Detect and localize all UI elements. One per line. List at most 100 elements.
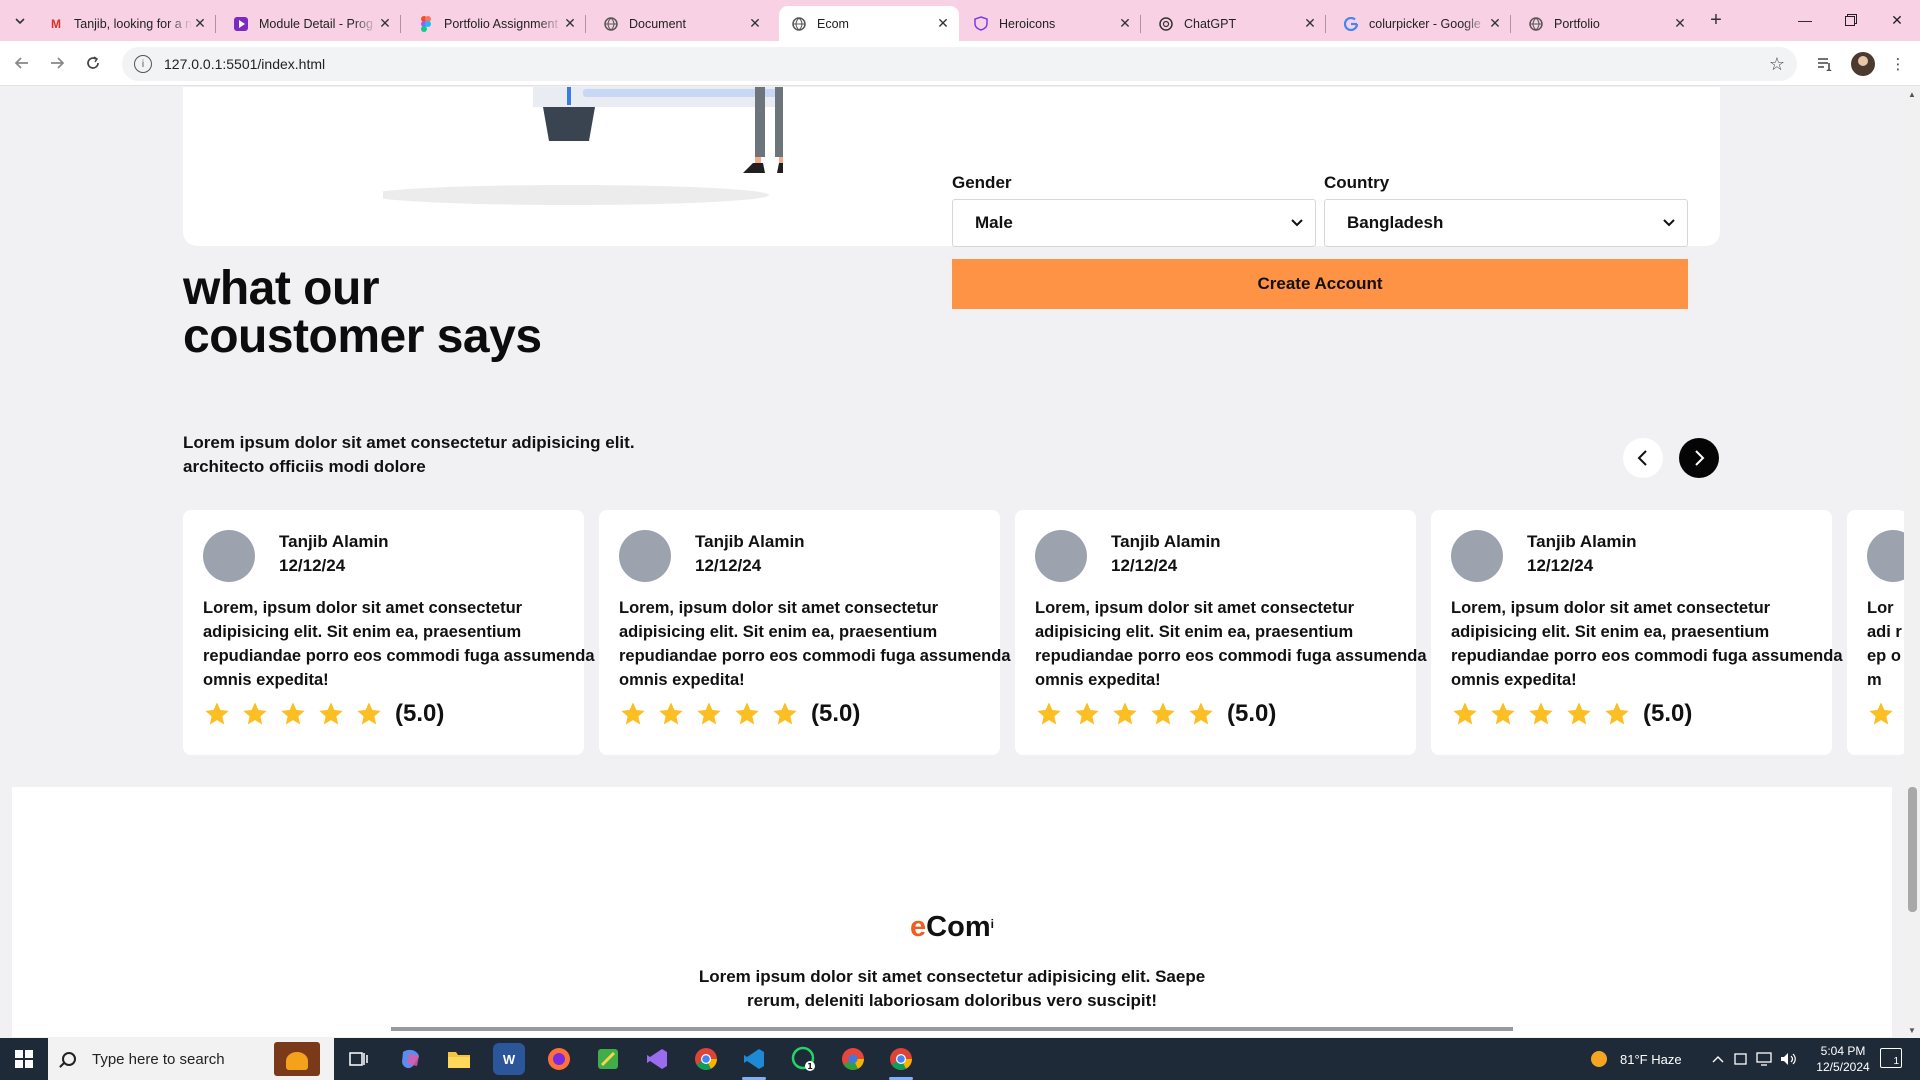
gender-select[interactable]: Male bbox=[952, 199, 1316, 247]
tab-search-button[interactable] bbox=[8, 9, 32, 33]
dev-tool-icon[interactable] bbox=[592, 1043, 624, 1075]
visual-studio-icon[interactable] bbox=[641, 1043, 673, 1075]
notification-center-icon[interactable]: 1 bbox=[1880, 1048, 1902, 1068]
testimonial-card: Tanjib Alamin 12/12/24 Lorem, ipsum dolor … bbox=[183, 510, 595, 755]
close-icon[interactable]: ✕ bbox=[562, 15, 578, 32]
rating-value: (5.0) bbox=[1227, 700, 1277, 727]
search-icon bbox=[62, 1052, 76, 1066]
reload-icon bbox=[87, 56, 99, 69]
close-icon[interactable]: ✕ bbox=[747, 15, 763, 32]
chrome-active-icon[interactable] bbox=[885, 1043, 917, 1080]
chevron-left-icon bbox=[1637, 450, 1647, 466]
scroll-down-icon[interactable]: ▼ bbox=[1904, 1023, 1920, 1037]
taskbar-search-input[interactable]: Type here to search bbox=[48, 1038, 334, 1080]
star-icon bbox=[1567, 702, 1591, 725]
rating-stars: (5.0) bbox=[1035, 700, 1276, 728]
carousel-prev-button[interactable] bbox=[1623, 438, 1663, 478]
start-button[interactable] bbox=[0, 1038, 48, 1080]
scroll-up-icon[interactable]: ▲ bbox=[1904, 87, 1920, 101]
footer-logo[interactable]: eComi bbox=[12, 911, 1892, 944]
review-text: Lorem, ipsum dolor sit amet consectetur … bbox=[1035, 599, 1427, 689]
site-info-icon[interactable]: i bbox=[134, 55, 152, 73]
copilot-icon[interactable] bbox=[395, 1043, 427, 1075]
fireplace-icon bbox=[274, 1042, 320, 1076]
tab-chatgpt[interactable]: ChatGPT ✕ bbox=[1146, 6, 1326, 41]
firefox-icon[interactable] bbox=[543, 1043, 575, 1075]
review-date: 12/12/24 bbox=[1111, 556, 1178, 575]
close-icon[interactable]: ✕ bbox=[192, 15, 208, 32]
minimize-button[interactable]: — bbox=[1782, 6, 1828, 34]
bookmark-star-icon[interactable]: ☆ bbox=[1769, 54, 1785, 75]
close-icon[interactable]: ✕ bbox=[935, 15, 951, 32]
restore-button[interactable] bbox=[1828, 6, 1874, 34]
menu-kebab-icon[interactable]: ⋮ bbox=[1886, 52, 1910, 76]
chrome-canary-icon[interactable] bbox=[837, 1043, 869, 1075]
star-icon bbox=[1151, 702, 1175, 725]
scrollbar-thumb[interactable] bbox=[1908, 787, 1917, 912]
star-icon bbox=[621, 702, 645, 725]
tab-module-detail[interactable]: Module Detail - Prog ✕ bbox=[221, 6, 401, 41]
site-footer: eComi Lorem ipsum dolor sit amet consect… bbox=[12, 787, 1892, 1037]
close-window-button[interactable]: ✕ bbox=[1874, 6, 1920, 34]
tab-ecom[interactable]: Ecom ✕ bbox=[779, 6, 959, 41]
star-icon bbox=[319, 702, 343, 725]
volume-icon[interactable] bbox=[1780, 1038, 1798, 1080]
tab-gmail[interactable]: M Tanjib, looking for a n ✕ bbox=[36, 6, 216, 41]
tab-title: ChatGPT bbox=[1184, 16, 1237, 31]
vscode-icon[interactable] bbox=[738, 1043, 770, 1080]
clock-date: 12/5/2024 bbox=[1816, 1060, 1870, 1074]
weather-sun-icon bbox=[1591, 1051, 1607, 1067]
weather-text: 81°F Haze bbox=[1620, 1051, 1682, 1067]
new-tab-button[interactable]: + bbox=[1704, 8, 1728, 32]
word-icon[interactable]: W bbox=[493, 1043, 525, 1075]
close-icon[interactable]: ✕ bbox=[1672, 15, 1688, 32]
media-control-icon[interactable] bbox=[1813, 52, 1837, 76]
system-clock[interactable]: 5:04 PM 12/5/2024 bbox=[1808, 1043, 1878, 1075]
address-bar[interactable]: i 127.0.0.1:5501/index.html ☆ bbox=[122, 47, 1797, 81]
tab-title: Ecom bbox=[817, 16, 849, 31]
whatsapp-icon[interactable]: 1 bbox=[788, 1043, 820, 1075]
file-explorer-icon[interactable] bbox=[443, 1043, 475, 1075]
close-icon[interactable]: ✕ bbox=[1117, 15, 1133, 32]
review-date: 12/12/24 bbox=[695, 556, 762, 575]
review-date: 12/12/24 bbox=[279, 556, 346, 575]
gmail-icon: M bbox=[51, 16, 61, 31]
reviewer-name: Tanjib Alamin bbox=[1527, 532, 1637, 551]
star-icon bbox=[1605, 702, 1629, 725]
close-icon[interactable]: ✕ bbox=[1302, 15, 1318, 32]
restore-icon bbox=[1845, 14, 1857, 26]
testimonials-heading: what our coustomer says bbox=[183, 262, 542, 363]
carousel-next-button[interactable] bbox=[1679, 438, 1719, 478]
create-account-button[interactable]: Create Account bbox=[952, 259, 1688, 309]
reload-button[interactable] bbox=[81, 51, 105, 75]
star-icon bbox=[1491, 702, 1515, 725]
page-scrollbar[interactable]: ▲ ▼ bbox=[1904, 87, 1920, 1037]
windows-icon bbox=[15, 1050, 33, 1068]
url-text[interactable]: 127.0.0.1:5501/index.html bbox=[164, 56, 1769, 72]
google-icon bbox=[1343, 16, 1359, 32]
tray-chevron-icon[interactable] bbox=[1712, 1038, 1724, 1080]
meet-now-icon[interactable] bbox=[1734, 1038, 1750, 1080]
rating-stars bbox=[1867, 700, 1904, 728]
country-select[interactable]: Bangladesh bbox=[1324, 199, 1688, 247]
back-button[interactable] bbox=[10, 51, 34, 75]
tab-document[interactable]: Document ✕ bbox=[591, 6, 771, 41]
testimonial-card: Tanjib Alamin 12/12/24 Lorem, ipsum dolor … bbox=[599, 510, 1011, 755]
weather-widget[interactable]: 81°F Haze bbox=[1588, 1038, 1682, 1080]
testimonial-card: Lor adi rep om bbox=[1847, 510, 1904, 755]
tab-colurpicker[interactable]: colurpicker - Google ✕ bbox=[1331, 6, 1511, 41]
tab-title: Module Detail - Prog bbox=[259, 16, 373, 31]
tab-portfolio[interactable]: Portfolio ✕ bbox=[1516, 6, 1696, 41]
tab-portfolio-assignment[interactable]: Portfolio Assignment ✕ bbox=[406, 6, 586, 41]
avatar bbox=[203, 530, 255, 582]
profile-avatar[interactable] bbox=[1851, 52, 1875, 76]
close-icon[interactable]: ✕ bbox=[1487, 15, 1503, 32]
chevron-down-icon bbox=[1291, 219, 1303, 227]
tab-heroicons[interactable]: Heroicons ✕ bbox=[961, 6, 1141, 41]
close-icon[interactable]: ✕ bbox=[377, 15, 393, 32]
network-icon[interactable] bbox=[1756, 1038, 1774, 1080]
forward-button[interactable] bbox=[45, 51, 69, 75]
chrome-icon[interactable] bbox=[690, 1043, 722, 1075]
star-icon bbox=[697, 702, 721, 725]
task-view-icon[interactable] bbox=[343, 1043, 375, 1075]
